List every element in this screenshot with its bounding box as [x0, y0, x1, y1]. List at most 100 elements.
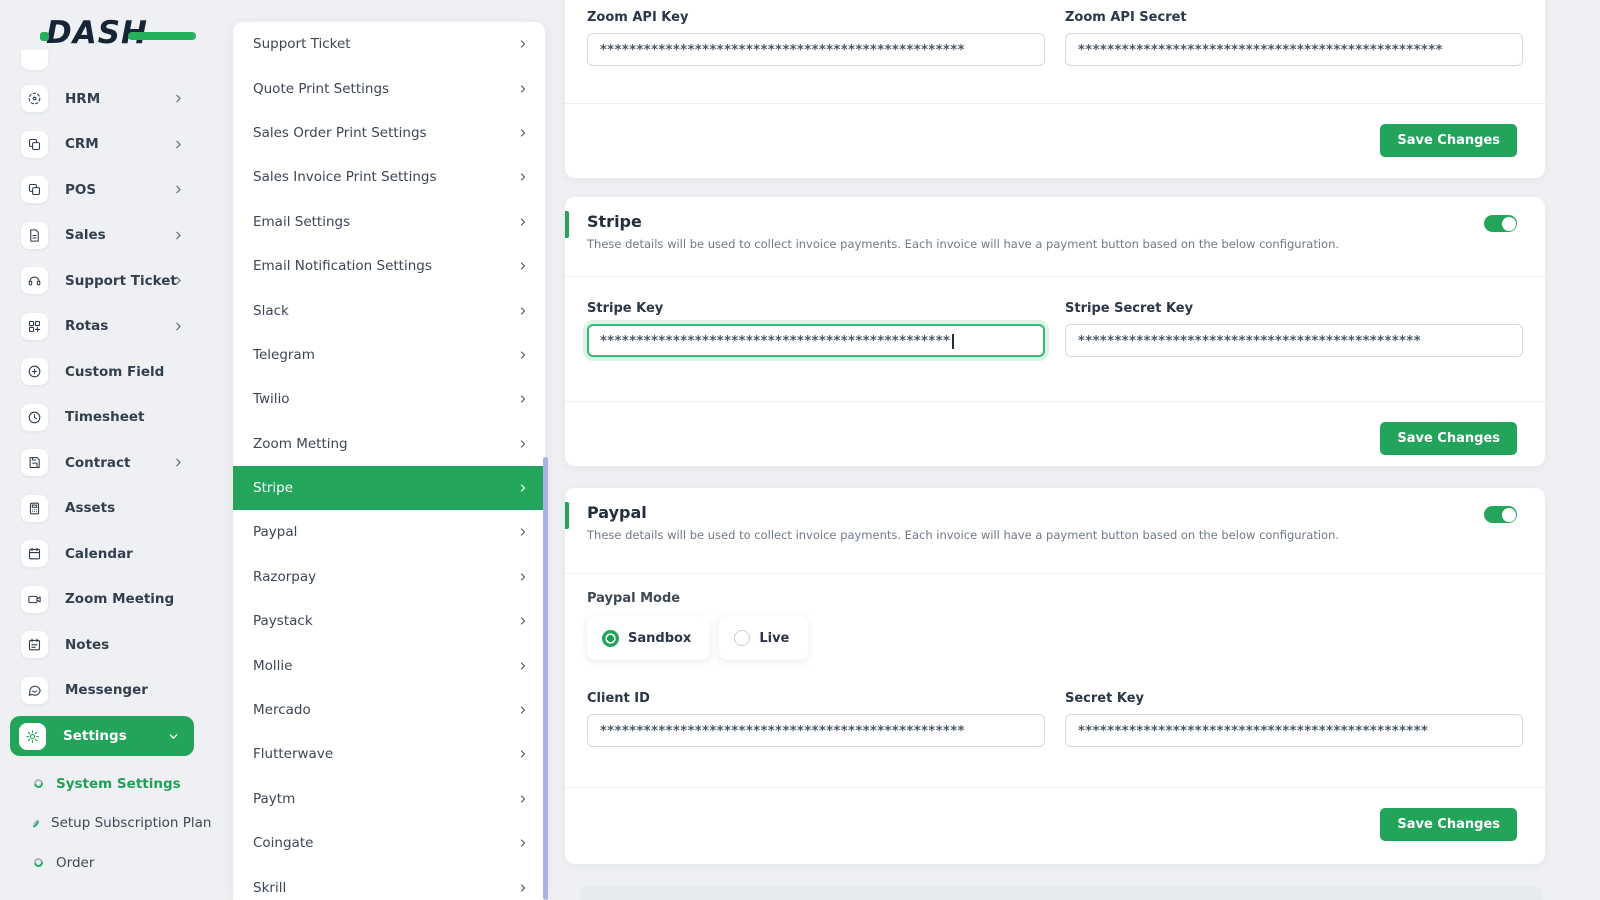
chevron-right-icon: [517, 482, 529, 494]
paypal-client-id-input[interactable]: ****************************************…: [587, 714, 1045, 747]
submenu-item-quote-print-settings[interactable]: Quote Print Settings: [233, 66, 545, 110]
field-label: Zoom API Secret: [1065, 10, 1187, 25]
brand-logo[interactable]: DASH: [40, 12, 196, 54]
chevron-right-icon: [517, 260, 529, 272]
paypal-mode-sandbox-option[interactable]: Sandbox: [587, 616, 711, 660]
bullet-icon: [32, 856, 45, 870]
copy-icon: [21, 130, 48, 158]
chevron-right-icon: [172, 229, 185, 242]
submenu-item-email-notification-settings[interactable]: Email Notification Settings: [233, 244, 545, 288]
submenu-item-paystack[interactable]: Paystack: [233, 599, 545, 643]
submenu-item-stripe[interactable]: Stripe: [233, 465, 545, 511]
stripe-key-input[interactable]: ****************************************…: [587, 324, 1045, 357]
brand-logo-text: DASH: [40, 15, 196, 51]
submenu-item-coingate[interactable]: Coingate: [233, 821, 545, 865]
paypal-secret-key-field: Secret Key *****************************…: [1065, 691, 1523, 747]
chevron-right-icon: [517, 837, 529, 849]
submenu-item-twilio[interactable]: Twilio: [233, 377, 545, 421]
submenu-item-mercado[interactable]: Mercado: [233, 688, 545, 732]
bullet-icon: [31, 818, 41, 829]
paypal-mode-label: Paypal Mode: [587, 591, 681, 606]
sidebar-item-custom-field[interactable]: Custom Field: [10, 349, 194, 395]
sidebar-item-pos[interactable]: POS: [10, 167, 194, 213]
copy-icon: [21, 176, 48, 204]
sidebar-item-hrm[interactable]: HRM: [10, 76, 194, 122]
zoom-api-secret-input[interactable]: ****************************************…: [1065, 33, 1523, 66]
paypal-mode-group: Sandbox Live: [587, 616, 1523, 660]
stripe-secret-key-field: Stripe Secret Key **********************…: [1065, 301, 1523, 357]
stripe-key-field: Stripe Key *****************************…: [587, 301, 1045, 357]
stripe-secret-key-input[interactable]: ****************************************…: [1065, 324, 1523, 357]
chevron-down-icon: [167, 730, 180, 743]
users-icon: [21, 85, 48, 113]
headset-icon: [21, 267, 48, 295]
submenu-item-mollie[interactable]: Mollie: [233, 643, 545, 687]
toggle-knob: [1501, 216, 1516, 231]
field-label: Stripe Key: [587, 301, 664, 316]
save-changes-button[interactable]: Save Changes: [1380, 124, 1517, 157]
chevron-right-icon: [517, 571, 529, 583]
paypal-mode-live-option[interactable]: Live: [719, 616, 809, 660]
sidebar-item-rotas[interactable]: Rotas: [10, 304, 194, 350]
stripe-enabled-toggle[interactable]: [1484, 215, 1517, 232]
sidebar-item-calendar[interactable]: Calendar: [10, 531, 194, 577]
sidebar-item-messenger[interactable]: Messenger: [10, 668, 194, 714]
sidebar-item-support-ticket[interactable]: Support Ticket: [10, 258, 194, 304]
sidebar-item-settings[interactable]: Settings: [10, 716, 194, 756]
sidebar-item-zoom-meeting[interactable]: Zoom Meeting: [10, 577, 194, 623]
chevron-right-icon: [517, 349, 529, 361]
paypal-enabled-toggle[interactable]: [1484, 506, 1517, 523]
submenu-item-zoom-metting[interactable]: Zoom Metting: [233, 422, 545, 466]
submenu-item-flutterwave[interactable]: Flutterwave: [233, 732, 545, 776]
sidebar-item-timesheet[interactable]: Timesheet: [10, 395, 194, 441]
sidebar-item-assets[interactable]: Assets: [10, 486, 194, 532]
chevron-right-icon: [172, 320, 185, 333]
chevron-right-icon: [172, 183, 185, 196]
save-changes-button[interactable]: Save Changes: [1380, 808, 1517, 841]
chevron-right-icon: [517, 216, 529, 228]
settings-submenu-panel: Support Ticket Quote Print Settings Sale…: [233, 22, 545, 900]
sidebar-item-crm[interactable]: CRM: [10, 122, 194, 168]
radio-unselected-icon[interactable]: [734, 630, 751, 646]
sidebar-subitem-system-settings[interactable]: System Settings: [10, 764, 194, 804]
card-accent-bar: [565, 502, 569, 529]
submenu-item-email-settings[interactable]: Email Settings: [233, 200, 545, 244]
chevron-right-icon: [172, 274, 185, 287]
sidebar-subitem-order[interactable]: Order: [10, 843, 194, 883]
submenu-scrollbar-thumb[interactable]: [543, 457, 548, 900]
main-content: Zoom API Key ***************************…: [565, 0, 1545, 900]
submenu-item-razorpay[interactable]: Razorpay: [233, 555, 545, 599]
calendar-icon: [21, 540, 48, 568]
submenu-item-support-ticket[interactable]: Support Ticket: [233, 22, 545, 66]
zoom-api-secret-field: Zoom API Secret ************************…: [1065, 10, 1523, 66]
clock-icon: [21, 403, 48, 431]
save-changes-button[interactable]: Save Changes: [1380, 422, 1517, 455]
radio-selected-icon[interactable]: [602, 629, 619, 647]
app: { "brand": { "logo_text": "DASH" }, "sid…: [0, 0, 1600, 900]
submenu-item-slack[interactable]: Slack: [233, 288, 545, 332]
main-sidebar: DASH HRM CRM POS Sales Support Ticket Ro…: [0, 0, 211, 900]
submenu-item-paypal[interactable]: Paypal: [233, 510, 545, 554]
chevron-right-icon: [517, 793, 529, 805]
sidebar-item-notes[interactable]: Notes: [10, 622, 194, 668]
chevron-right-icon: [517, 305, 529, 317]
field-label: Zoom API Key: [587, 10, 689, 25]
clipped-menu-icon: [21, 50, 48, 70]
submenu-item-skrill[interactable]: Skrill: [233, 865, 545, 900]
paypal-secret-key-input[interactable]: ****************************************…: [1065, 714, 1523, 747]
next-card-edge: [580, 886, 1543, 900]
card-description: These details will be used to collect in…: [587, 528, 1340, 542]
chevron-right-icon: [517, 615, 529, 627]
zoom-api-key-input[interactable]: ****************************************…: [587, 33, 1045, 66]
settings-sub-nav: System Settings Setup Subscription Plan …: [10, 764, 211, 883]
submenu-item-sales-invoice-print-settings[interactable]: Sales Invoice Print Settings: [233, 155, 545, 199]
submenu-item-telegram[interactable]: Telegram: [233, 333, 545, 377]
submenu-item-paytm[interactable]: Paytm: [233, 777, 545, 821]
sidebar-subitem-setup-subscription-plan[interactable]: Setup Subscription Plan: [10, 804, 211, 844]
gear-icon: [19, 722, 46, 750]
sidebar-item-contract[interactable]: Contract: [10, 440, 194, 486]
submenu-item-sales-order-print-settings[interactable]: Sales Order Print Settings: [233, 111, 545, 155]
sidebar-nav: HRM CRM POS Sales Support Ticket Rotas C…: [10, 76, 211, 883]
sidebar-item-sales[interactable]: Sales: [10, 213, 194, 259]
paypal-settings-card: Paypal These details will be used to col…: [565, 488, 1545, 864]
